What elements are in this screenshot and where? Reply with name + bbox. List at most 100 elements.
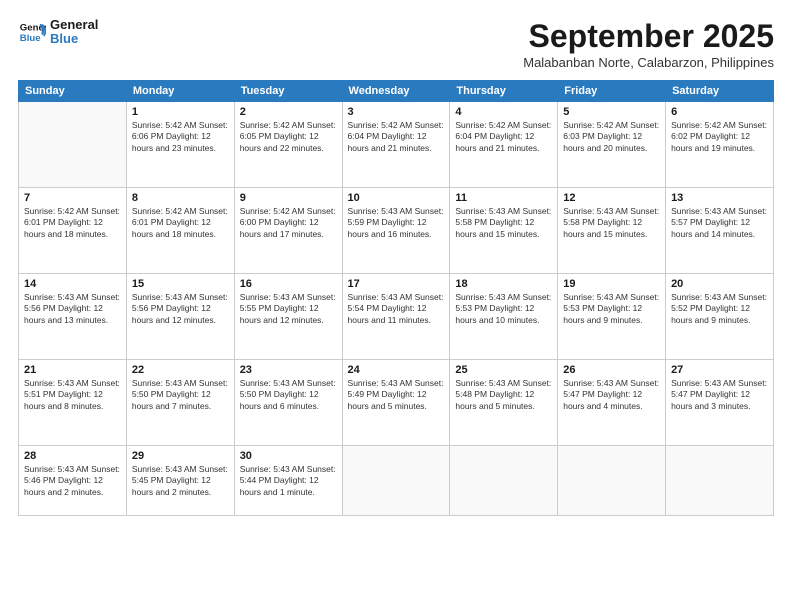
day-number: 28: [24, 450, 121, 462]
title-block: September 2025 Malabanban Norte, Calabar…: [523, 18, 774, 70]
table-row: 7 Sunrise: 5:42 AM Sunset: 6:01 PM Daylig…: [19, 188, 127, 274]
day-info: Sunrise: 5:42 AM Sunset: 6:05 PM Dayligh…: [240, 120, 337, 154]
day-info: Sunrise: 5:43 AM Sunset: 5:50 PM Dayligh…: [132, 378, 229, 412]
day-info: Sunrise: 5:42 AM Sunset: 6:06 PM Dayligh…: [132, 120, 229, 154]
day-number: 3: [348, 106, 445, 118]
table-row: 14 Sunrise: 5:43 AM Sunset: 5:56 PM Dayli…: [19, 274, 127, 360]
table-row: 26 Sunrise: 5:43 AM Sunset: 5:47 PM Dayli…: [558, 360, 666, 446]
day-number: 17: [348, 278, 445, 290]
svg-text:Blue: Blue: [20, 33, 41, 44]
day-info: Sunrise: 5:43 AM Sunset: 5:57 PM Dayligh…: [671, 206, 768, 240]
table-row: 9Sunrise: 5:42 AM Sunset: 6:00 PM Daylig…: [234, 188, 342, 274]
day-number: 25: [455, 364, 552, 376]
col-thursday: Thursday: [450, 81, 558, 102]
day-number: 11: [455, 192, 552, 204]
table-row: [558, 446, 666, 516]
day-number: 20: [671, 278, 768, 290]
day-number: 26: [563, 364, 660, 376]
table-row: 22Sunrise: 5:43 AM Sunset: 5:50 PM Dayli…: [126, 360, 234, 446]
day-number: 21: [24, 364, 121, 376]
table-row: 1 Sunrise: 5:42 AM Sunset: 6:06 PM Daylig…: [126, 102, 234, 188]
col-tuesday: Tuesday: [234, 81, 342, 102]
day-info: Sunrise: 5:43 AM Sunset: 5:51 PM Dayligh…: [24, 378, 121, 412]
page-header: General Blue General Blue September 2025…: [18, 18, 774, 70]
table-row: 30 Sunrise: 5:43 AM Sunset: 5:44 PM Dayli…: [234, 446, 342, 516]
day-number: 29: [132, 450, 229, 462]
col-saturday: Saturday: [666, 81, 774, 102]
day-number: 12: [563, 192, 660, 204]
day-number: 30: [240, 450, 337, 462]
day-number: 10: [348, 192, 445, 204]
day-info: Sunrise: 5:42 AM Sunset: 6:02 PM Dayligh…: [671, 120, 768, 154]
day-info: Sunrise: 5:43 AM Sunset: 5:47 PM Dayligh…: [671, 378, 768, 412]
table-row: 6 Sunrise: 5:42 AM Sunset: 6:02 PM Daylig…: [666, 102, 774, 188]
table-row: 10Sunrise: 5:43 AM Sunset: 5:59 PM Dayli…: [342, 188, 450, 274]
table-row: 2 Sunrise: 5:42 AM Sunset: 6:05 PM Daylig…: [234, 102, 342, 188]
table-row: 28 Sunrise: 5:43 AM Sunset: 5:46 PM Dayli…: [19, 446, 127, 516]
day-number: 7: [24, 192, 121, 204]
day-number: 2: [240, 106, 337, 118]
day-number: 8: [132, 192, 229, 204]
table-row: [666, 446, 774, 516]
table-row: 3 Sunrise: 5:42 AM Sunset: 6:04 PM Daylig…: [342, 102, 450, 188]
day-info: Sunrise: 5:43 AM Sunset: 5:56 PM Dayligh…: [24, 292, 121, 326]
day-info: Sunrise: 5:42 AM Sunset: 6:04 PM Dayligh…: [348, 120, 445, 154]
table-row: 25 Sunrise: 5:43 AM Sunset: 5:48 PM Dayli…: [450, 360, 558, 446]
table-row: 29 Sunrise: 5:43 AM Sunset: 5:45 PM Dayli…: [126, 446, 234, 516]
day-info: Sunrise: 5:43 AM Sunset: 5:58 PM Dayligh…: [563, 206, 660, 240]
table-row: 27Sunrise: 5:43 AM Sunset: 5:47 PM Dayli…: [666, 360, 774, 446]
day-number: 14: [24, 278, 121, 290]
col-wednesday: Wednesday: [342, 81, 450, 102]
table-row: [19, 102, 127, 188]
table-row: [342, 446, 450, 516]
day-info: Sunrise: 5:42 AM Sunset: 6:00 PM Dayligh…: [240, 206, 337, 240]
logo-text: General: [50, 18, 98, 32]
day-number: 4: [455, 106, 552, 118]
table-row: 21 Sunrise: 5:43 AM Sunset: 5:51 PM Dayli…: [19, 360, 127, 446]
day-info: Sunrise: 5:43 AM Sunset: 5:46 PM Dayligh…: [24, 464, 121, 498]
day-info: Sunrise: 5:43 AM Sunset: 5:47 PM Dayligh…: [563, 378, 660, 412]
col-monday: Monday: [126, 81, 234, 102]
table-row: [450, 446, 558, 516]
table-row: 17 Sunrise: 5:43 AM Sunset: 5:54 PM Dayli…: [342, 274, 450, 360]
day-number: 19: [563, 278, 660, 290]
logo-blue: Blue: [50, 32, 98, 46]
day-info: Sunrise: 5:42 AM Sunset: 6:04 PM Dayligh…: [455, 120, 552, 154]
day-info: Sunrise: 5:43 AM Sunset: 5:52 PM Dayligh…: [671, 292, 768, 326]
location: Malabanban Norte, Calabarzon, Philippine…: [523, 55, 774, 70]
day-number: 1: [132, 106, 229, 118]
day-info: Sunrise: 5:42 AM Sunset: 6:01 PM Dayligh…: [24, 206, 121, 240]
day-number: 6: [671, 106, 768, 118]
table-row: 4 Sunrise: 5:42 AM Sunset: 6:04 PM Daylig…: [450, 102, 558, 188]
table-row: 16 Sunrise: 5:43 AM Sunset: 5:55 PM Dayli…: [234, 274, 342, 360]
day-info: Sunrise: 5:43 AM Sunset: 5:58 PM Dayligh…: [455, 206, 552, 240]
day-number: 24: [348, 364, 445, 376]
calendar-page: General Blue General Blue September 2025…: [0, 0, 792, 612]
day-number: 16: [240, 278, 337, 290]
day-info: Sunrise: 5:43 AM Sunset: 5:55 PM Dayligh…: [240, 292, 337, 326]
col-sunday: Sunday: [19, 81, 127, 102]
table-row: 23 Sunrise: 5:43 AM Sunset: 5:50 PM Dayli…: [234, 360, 342, 446]
day-number: 23: [240, 364, 337, 376]
table-row: 19 Sunrise: 5:43 AM Sunset: 5:53 PM Dayli…: [558, 274, 666, 360]
day-info: Sunrise: 5:43 AM Sunset: 5:45 PM Dayligh…: [132, 464, 229, 498]
table-row: 12 Sunrise: 5:43 AM Sunset: 5:58 PM Dayli…: [558, 188, 666, 274]
table-row: 15Sunrise: 5:43 AM Sunset: 5:56 PM Dayli…: [126, 274, 234, 360]
day-number: 5: [563, 106, 660, 118]
day-info: Sunrise: 5:43 AM Sunset: 5:50 PM Dayligh…: [240, 378, 337, 412]
day-info: Sunrise: 5:43 AM Sunset: 5:53 PM Dayligh…: [563, 292, 660, 326]
day-info: Sunrise: 5:43 AM Sunset: 5:44 PM Dayligh…: [240, 464, 337, 498]
table-row: 13Sunrise: 5:43 AM Sunset: 5:57 PM Dayli…: [666, 188, 774, 274]
logo: General Blue General Blue: [18, 18, 98, 47]
table-row: 20 Sunrise: 5:43 AM Sunset: 5:52 PM Dayli…: [666, 274, 774, 360]
table-row: 18Sunrise: 5:43 AM Sunset: 5:53 PM Dayli…: [450, 274, 558, 360]
calendar-header-row: Sunday Monday Tuesday Wednesday Thursday…: [19, 81, 774, 102]
table-row: 5 Sunrise: 5:42 AM Sunset: 6:03 PM Daylig…: [558, 102, 666, 188]
day-info: Sunrise: 5:42 AM Sunset: 6:03 PM Dayligh…: [563, 120, 660, 154]
col-friday: Friday: [558, 81, 666, 102]
calendar-table: Sunday Monday Tuesday Wednesday Thursday…: [18, 80, 774, 516]
day-info: Sunrise: 5:43 AM Sunset: 5:53 PM Dayligh…: [455, 292, 552, 326]
day-info: Sunrise: 5:42 AM Sunset: 6:01 PM Dayligh…: [132, 206, 229, 240]
day-info: Sunrise: 5:43 AM Sunset: 5:54 PM Dayligh…: [348, 292, 445, 326]
day-info: Sunrise: 5:43 AM Sunset: 5:48 PM Dayligh…: [455, 378, 552, 412]
